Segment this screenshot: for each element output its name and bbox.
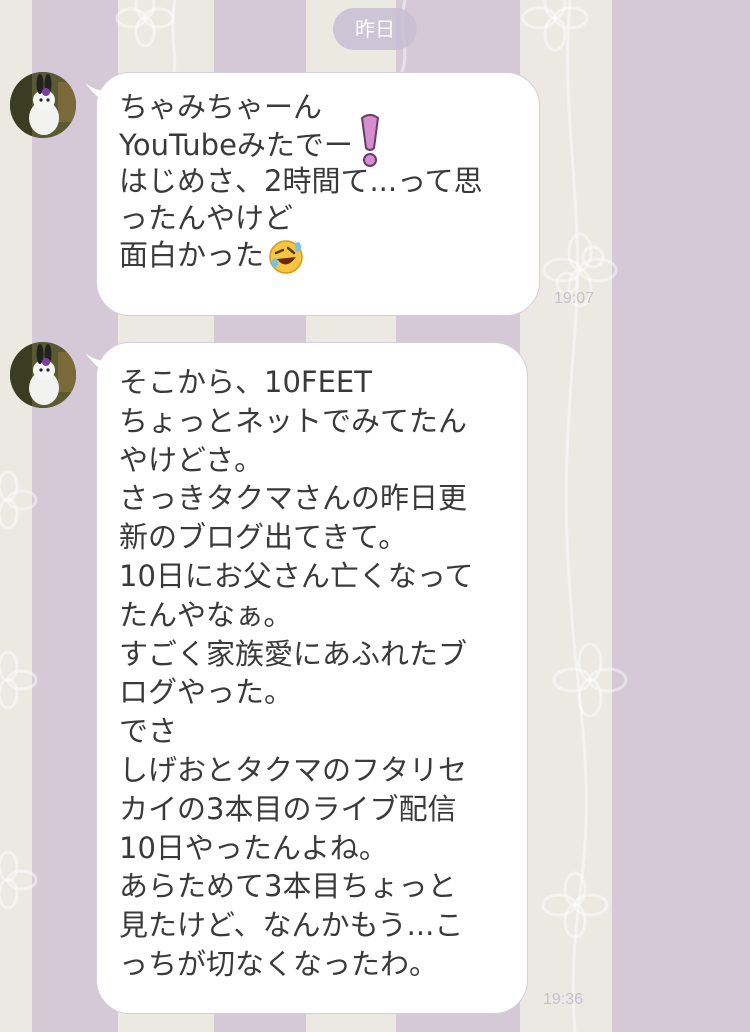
message-line: っちが切なくなったわ。	[119, 946, 439, 981]
message-line: やけどさ。	[119, 442, 264, 477]
message-line: すごく家族愛にあふれたブ	[119, 636, 468, 671]
message-line: カイの3本目のライブ配信	[119, 791, 457, 826]
pink-exclamation-icon	[360, 114, 380, 167]
message-line: さっきタクマさんの昨日更	[119, 481, 468, 516]
message-bubble[interactable]: ちゃみちゃーん YouTubeみたでー はじめさ、2時間て...って思 ったんや…	[85, 72, 540, 316]
message-line: ログやった。	[119, 675, 294, 710]
rofl-face-icon	[269, 240, 303, 274]
message-line: あらためて3本目ちょっと	[119, 869, 457, 904]
rabbit-avatar[interactable]	[10, 72, 76, 138]
date-separator: 昨日	[333, 8, 417, 50]
rabbit-avatar[interactable]	[10, 342, 76, 408]
message-line: 新のブログ出てきて。	[119, 520, 408, 555]
message-line: そこから、10FEET	[119, 365, 372, 399]
bubble-tail	[85, 353, 107, 373]
message-line: YouTubeみたでー	[119, 114, 519, 167]
bubble-tail	[85, 83, 107, 103]
message-line: はじめさ、2時間て...って思	[119, 164, 483, 198]
message-line: ったんやけど	[119, 201, 294, 235]
message-bubble[interactable]: そこから、10FEET ちょっとネットでみてたん やけどさ。 さっきタクマさんの…	[85, 342, 528, 1014]
message-line: 10日やったんよね。	[119, 830, 388, 865]
message-line: ちゃみちゃーん	[119, 90, 323, 124]
message-timestamp: 19:36	[543, 991, 584, 1008]
message-line: 面白かった	[119, 237, 519, 274]
message-line: でさ	[119, 714, 178, 749]
message-line: しげおとタクマのフタリセ	[119, 752, 468, 787]
message-line: たんやなぁ。	[119, 597, 293, 632]
message-timestamp: 19:07	[554, 290, 595, 307]
message-line: 見たけど、なんかもう...こ	[119, 908, 464, 943]
message-line: ちょっとネットでみてたん	[119, 403, 468, 438]
message-line: 10日にお父さん亡くなって	[119, 558, 474, 593]
